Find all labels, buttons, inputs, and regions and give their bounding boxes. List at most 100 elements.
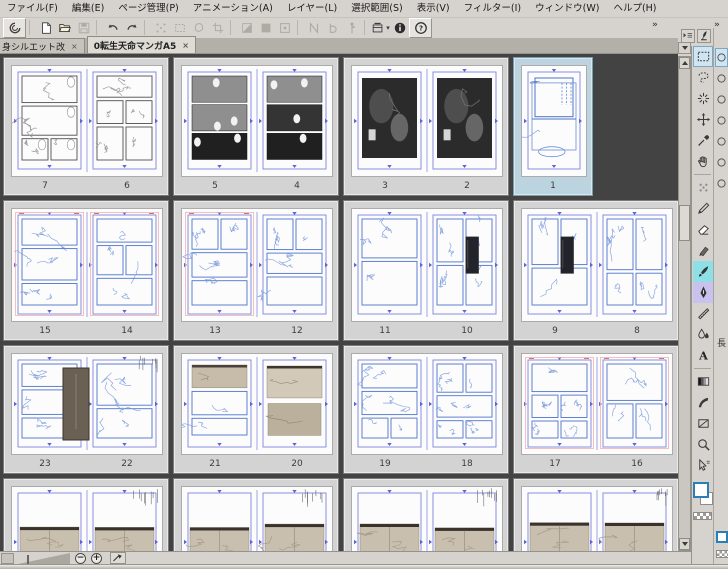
foreground-color-swatch[interactable] [693,482,709,498]
subtool-circle-icon [717,137,726,146]
menu-layer[interactable]: レイヤー(L) [280,0,344,17]
page-number: 19 [379,459,391,469]
page-spread-card[interactable] [3,478,169,551]
undo-button[interactable] [103,19,122,37]
operation-tool[interactable] [693,455,713,476]
spread-paper [351,486,503,551]
decoration-tool[interactable] [693,177,713,198]
page-spread-card[interactable]: 17 16 [513,345,678,474]
text-tool[interactable]: A [693,345,713,366]
clip-studio-info-button[interactable] [390,19,409,37]
menu-selection[interactable]: 選択範囲(S) [344,0,409,17]
magic-wand-tool[interactable] [693,88,713,109]
page-spread-card[interactable] [173,478,339,551]
subtool-item-5[interactable] [715,132,728,151]
new-file-button[interactable] [36,19,55,37]
eyedropper-tool[interactable] [693,130,713,151]
zoom-tool[interactable] [693,434,713,455]
menu-view[interactable]: 表示(V) [410,0,457,17]
menu-page-management[interactable]: ページ管理(P) [111,0,185,17]
close-icon[interactable]: × [182,41,189,50]
help-button[interactable]: ? [409,17,432,38]
pen-tool[interactable] [693,282,713,303]
toolbar-separator [364,20,369,35]
ruler-tool[interactable] [693,303,713,324]
figure-icon [697,419,709,428]
subtool-item-6[interactable] [715,153,728,172]
brush-tool[interactable] [693,261,713,282]
open-file-button[interactable] [55,19,74,37]
toolbar-separator [297,20,302,35]
spread-paper [11,486,163,551]
page-spread-card[interactable]: 76 [1,57,169,196]
page-number: 12 [291,326,303,336]
zoom-in-button[interactable]: + [91,552,102,564]
subtool-item-4[interactable] [715,111,728,130]
menu-file[interactable]: ファイル(F) [0,0,65,17]
scroll-down-button[interactable] [679,538,690,550]
page-spread-card[interactable]: 21 20 [173,345,339,474]
scrollbar-thumb[interactable] [679,205,690,241]
pencil-tool[interactable] [693,198,713,219]
page-spread-card[interactable]: 15 14 [3,200,169,341]
hand-tool[interactable] [693,151,713,172]
tone-button [256,19,275,37]
lasso-select-tool[interactable] [693,67,713,88]
menu-edit[interactable]: 編集(E) [65,0,111,17]
spread-thumbnail [14,489,158,551]
vertical-scrollbar[interactable] [678,56,691,551]
scrollbar-menu-button[interactable] [678,42,691,54]
page-spread-card[interactable]: 11 10 [343,200,509,341]
marker-tool[interactable] [693,240,713,261]
rect-select-tool[interactable] [693,46,713,67]
pencil-icon [697,202,709,214]
gradient-tool[interactable] [693,371,713,392]
menu-help[interactable]: ヘルプ(H) [606,0,663,17]
subtool-item-2[interactable] [715,69,728,88]
spread-thumbnail [184,489,328,551]
airbrush-tool[interactable] [693,392,713,413]
page-spread-card[interactable]: 13 12 [173,200,339,341]
page-spread-card[interactable]: 98 [513,200,678,341]
redo-button[interactable] [122,19,141,37]
menu-window[interactable]: ウィンドウ(W) [528,0,606,17]
move-tool[interactable] [693,109,713,130]
palette-pen-button[interactable] [697,29,711,43]
page-spread-card[interactable] [343,478,509,551]
page-manager-canvas[interactable]: 7 6 5 4 3 2 1 15 14 13 12 11 10 9 8 23 22 21 20 19 18 17 16 [0,54,678,551]
toolbar-separator [144,20,149,35]
page-spread-card[interactable]: 54 [173,57,339,196]
toolbar-overflow-chevron-icon[interactable]: » [652,20,658,30]
palette-list-button[interactable] [681,29,695,43]
menu-filter[interactable]: フィルター(I) [457,0,529,17]
zoom-out-button[interactable]: − [75,552,86,564]
subtool-item-7[interactable] [715,174,728,193]
scroll-up-button[interactable] [679,57,690,69]
menu-animation[interactable]: アニメーション(A) [186,0,280,17]
transparent-swatch[interactable] [716,550,728,558]
close-icon[interactable]: × [71,42,78,51]
page-spread-card[interactable]: 19 18 [343,345,509,474]
page-spread-card[interactable]: 32 [343,57,509,196]
transparent-color-swatch[interactable] [693,512,712,520]
spread-paper [521,208,673,322]
blend-tool[interactable] [693,324,713,345]
page-card[interactable]: 1 [512,57,593,196]
clip-studio-logo-button[interactable] [3,17,26,38]
tab-silhouette-doc[interactable]: 身シルエット改 × [0,38,85,53]
page-number: 17 [549,459,561,469]
subtool-item-3[interactable] [715,90,728,109]
tab-manga-a5-doc[interactable]: 0転生天命マンガA5 × [86,36,196,53]
zoom-slider[interactable] [18,552,70,564]
eraser-tool[interactable] [693,219,713,240]
layer-color-swatch[interactable] [716,531,728,543]
page-spread-card[interactable] [513,478,678,551]
workspace-dropdown-button[interactable]: ▾ [371,19,390,37]
svg-text:?: ? [418,24,422,32]
navigate-button[interactable] [110,552,126,564]
fill-button [189,19,208,37]
page-spread-card[interactable]: 23 22 [3,345,169,474]
spread-paper [521,486,673,551]
subtool-item-1[interactable] [715,48,728,67]
figure-tool[interactable] [693,413,713,434]
